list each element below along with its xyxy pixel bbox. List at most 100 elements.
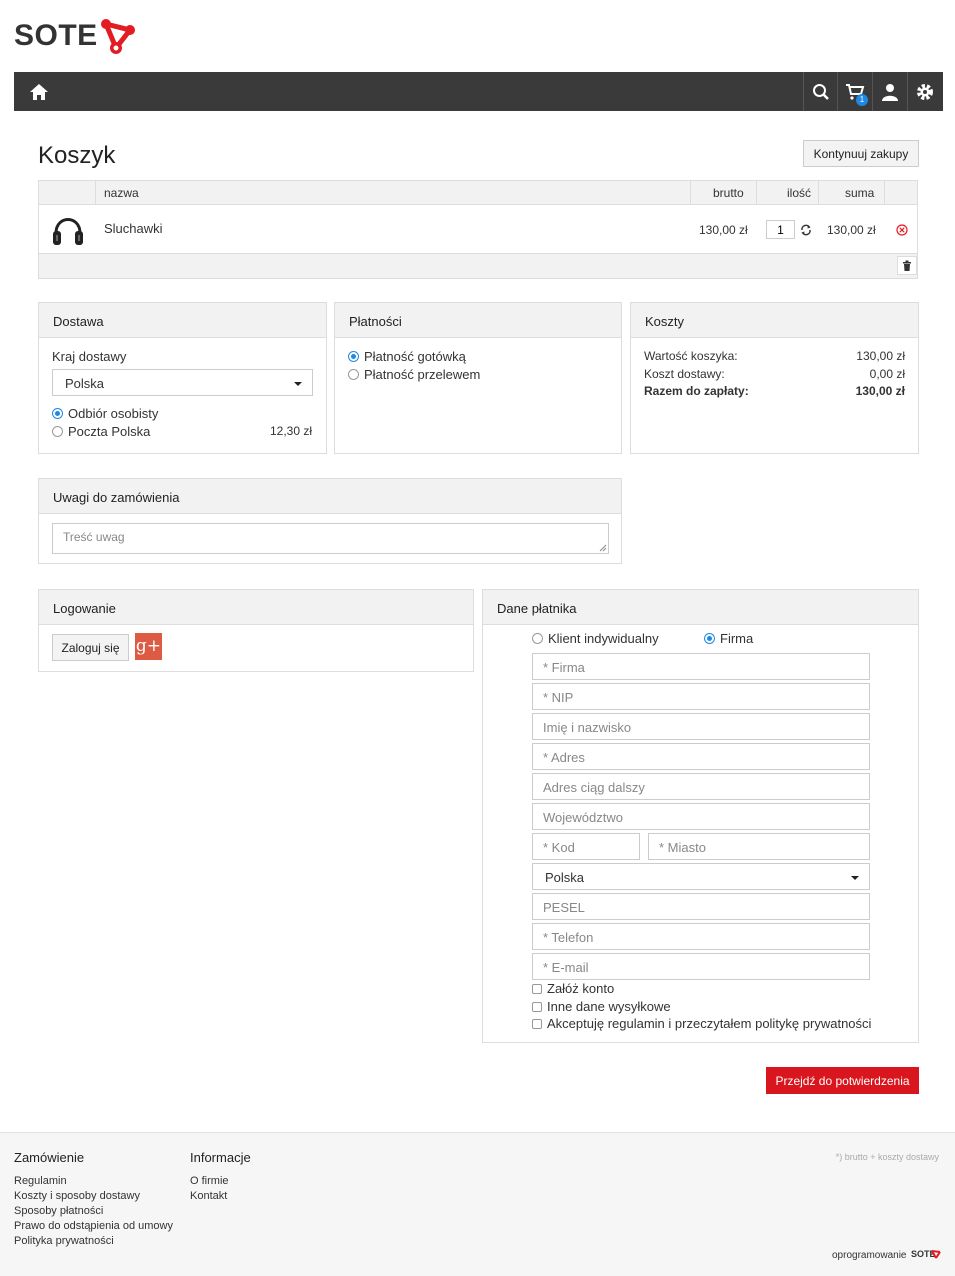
radio-selected[interactable] xyxy=(704,633,715,645)
payments-panel-title: Płatności xyxy=(335,303,621,338)
radio-unselected[interactable] xyxy=(348,369,359,381)
delivery-option-label: Poczta Polska xyxy=(68,424,151,439)
proceed-to-confirmation-button[interactable]: Przejdź do potwierdzenia xyxy=(766,1067,919,1094)
footer-link-payment-methods[interactable]: Sposoby płatności xyxy=(14,1205,103,1217)
shipping-cost-label: Koszt dostawy: xyxy=(644,367,725,381)
total-label: Razem do zapłaty: xyxy=(644,384,749,398)
chevron-down-icon xyxy=(294,382,302,386)
footer-link-contact[interactable]: Kontakt xyxy=(190,1190,227,1202)
chevron-down-icon xyxy=(851,876,859,880)
delivery-option-poczta-polska[interactable]: Poczta Polska xyxy=(52,424,150,439)
home-icon[interactable] xyxy=(28,81,50,103)
software-label: oprogramowanie xyxy=(832,1250,907,1261)
address-continued-field[interactable]: Adres ciąg dalszy xyxy=(532,773,870,800)
product-sum: 130,00 zł xyxy=(827,223,876,237)
region-field[interactable]: Województwo xyxy=(532,803,870,830)
sote-logo-mark-icon xyxy=(931,1250,941,1259)
footer-order-heading: Zamówienie xyxy=(14,1150,85,1165)
order-notes-panel: Uwagi do zamówienia Treść uwag xyxy=(38,478,622,564)
payment-option-label: Płatność przelewem xyxy=(364,367,481,382)
cart-count-badge: 1 xyxy=(856,94,868,106)
quantity-input[interactable] xyxy=(766,220,795,239)
delivery-panel: Dostawa Kraj dostawy Polska Odbiór osobi… xyxy=(38,302,327,454)
phone-field[interactable]: * Telefon xyxy=(532,923,870,950)
company-field[interactable]: * Firma xyxy=(532,653,870,680)
address-continued-placeholder: Adres ciąg dalszy xyxy=(543,780,645,795)
logo-text: SOTE xyxy=(14,19,98,52)
remove-item-icon[interactable] xyxy=(896,224,908,236)
email-field[interactable]: * E-mail xyxy=(532,953,870,980)
logo[interactable]: SOTE xyxy=(14,14,136,58)
login-button[interactable]: Zaloguj się xyxy=(52,634,129,661)
footer-link-privacy[interactable]: Polityka prywatności xyxy=(14,1235,114,1247)
accept-terms-checkbox[interactable]: Akceptuję regulamin i przeczytałem polit… xyxy=(532,1016,871,1031)
resize-handle-icon[interactable] xyxy=(599,544,607,552)
logo-mark-icon xyxy=(100,19,135,54)
radio-selected[interactable] xyxy=(52,408,63,420)
delivery-country-select[interactable]: Polska xyxy=(52,369,313,396)
google-plus-login-icon[interactable]: g+ xyxy=(135,633,162,660)
settings-button[interactable] xyxy=(907,72,941,111)
order-notes-textarea[interactable]: Treść uwag xyxy=(52,523,609,554)
payer-country-select[interactable]: Polska xyxy=(532,863,870,890)
clear-cart-button[interactable] xyxy=(897,256,917,275)
headphones-product-image[interactable] xyxy=(51,211,85,247)
city-placeholder: * Miasto xyxy=(659,840,706,855)
footer-link-delivery-costs[interactable]: Koszty i sposoby dostawy xyxy=(14,1190,140,1202)
cart-value: 130,00 zł xyxy=(856,349,905,363)
radio-unselected[interactable] xyxy=(52,426,63,438)
column-header-name: nazwa xyxy=(104,186,139,200)
payment-option-label: Płatność gotówką xyxy=(364,349,466,364)
cart-table: nazwa brutto ilość suma Sluchawki 130,00… xyxy=(38,180,918,279)
order-notes-placeholder: Treść uwag xyxy=(63,530,125,544)
footer-link-terms[interactable]: Regulamin xyxy=(14,1175,67,1187)
checkbox[interactable] xyxy=(532,1001,542,1012)
google-plus-glyph: g+ xyxy=(135,636,162,656)
account-button[interactable] xyxy=(872,72,906,111)
payment-option-cash[interactable]: Płatność gotówką xyxy=(348,349,466,364)
payer-type-label: Klient indywidualny xyxy=(548,631,659,646)
radio-unselected[interactable] xyxy=(532,633,543,645)
cart-value-label: Wartość koszyka: xyxy=(644,349,738,363)
address-field[interactable]: * Adres xyxy=(532,743,870,770)
costs-panel: Koszty Wartość koszyka: 130,00 zł Koszt … xyxy=(630,302,919,454)
cart-button[interactable]: 1 xyxy=(837,72,871,111)
delivery-country-value: Polska xyxy=(65,376,105,391)
payer-type-company[interactable]: Firma xyxy=(704,631,753,646)
address-placeholder: * Adres xyxy=(543,750,585,765)
order-notes-title: Uwagi do zamówienia xyxy=(39,479,621,514)
cart-table-header: nazwa brutto ilość suma xyxy=(39,181,917,205)
trash-icon xyxy=(903,260,911,271)
payer-details-panel: Dane płatnika Klient indywidualny Firma … xyxy=(482,589,919,1043)
other-shipping-data-checkbox[interactable]: Inne dane wysyłkowe xyxy=(532,999,671,1014)
footer-link-about[interactable]: O firmie xyxy=(190,1175,229,1187)
create-account-checkbox[interactable]: Załóż konto xyxy=(532,981,614,996)
radio-selected[interactable] xyxy=(348,351,359,363)
payer-country-value: Polska xyxy=(545,870,585,885)
checkbox[interactable] xyxy=(532,983,542,994)
gear-icon xyxy=(916,83,933,100)
footer-price-note: *) brutto + koszty dostawy xyxy=(835,1152,939,1162)
table-row: Sluchawki 130,00 zł 130,00 zł xyxy=(39,205,917,254)
email-placeholder: * E-mail xyxy=(543,960,589,975)
payments-panel: Płatności Płatność gotówką Płatność prze… xyxy=(334,302,622,454)
total-value: 130,00 zł xyxy=(855,384,905,398)
checkbox[interactable] xyxy=(532,1018,542,1029)
full-name-field[interactable]: Imię i nazwisko xyxy=(532,713,870,740)
delivery-option-personal-pickup[interactable]: Odbiór osobisty xyxy=(52,406,158,421)
continue-shopping-button[interactable]: Kontynuuj zakupy xyxy=(803,140,919,167)
company-placeholder: * Firma xyxy=(543,660,585,675)
search-button[interactable] xyxy=(803,72,837,111)
footer-link-withdrawal[interactable]: Prawo do odstąpienia od umowy xyxy=(14,1220,173,1232)
refresh-icon[interactable] xyxy=(800,224,812,236)
nip-field[interactable]: * NIP xyxy=(532,683,870,710)
delivery-country-label: Kraj dostawy xyxy=(52,349,127,364)
payment-option-transfer[interactable]: Płatność przelewem xyxy=(348,367,480,382)
product-price: 130,00 zł xyxy=(699,223,748,237)
zip-code-field[interactable]: * Kod xyxy=(532,833,640,860)
checkbox-label: Załóż konto xyxy=(547,981,615,996)
product-name-link[interactable]: Sluchawki xyxy=(104,221,163,236)
payer-type-individual[interactable]: Klient indywidualny xyxy=(532,631,659,646)
pesel-field[interactable]: PESEL xyxy=(532,893,870,920)
city-field[interactable]: * Miasto xyxy=(648,833,870,860)
